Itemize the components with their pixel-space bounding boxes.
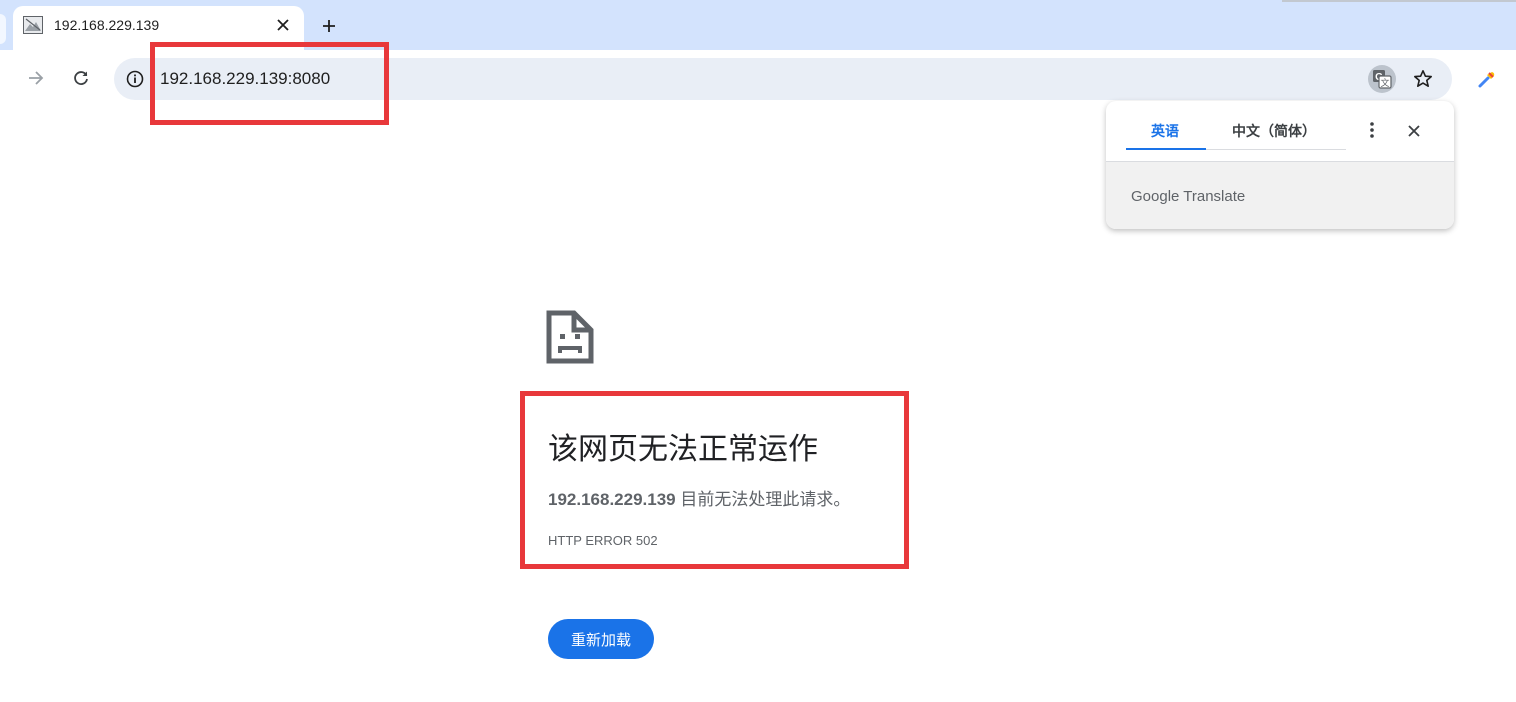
more-vert-icon[interactable]	[1362, 119, 1382, 141]
bookmark-star-icon[interactable]	[1410, 66, 1436, 92]
error-highlight-box	[520, 391, 909, 569]
sad-document-icon	[546, 310, 594, 364]
forward-arrow-icon[interactable]	[22, 64, 50, 92]
language-tabs: 英语 中文（简体）	[1126, 101, 1346, 150]
svg-text:文: 文	[1380, 77, 1389, 89]
reload-icon[interactable]	[67, 64, 95, 92]
new-tab-plus-icon[interactable]	[316, 13, 342, 39]
tab-target-language[interactable]: 中文（简体）	[1232, 121, 1316, 141]
active-tab-indicator	[1126, 148, 1206, 150]
url-highlight-box	[150, 42, 389, 125]
tab-title: 192.168.229.139	[54, 17, 160, 33]
previous-tab-edge	[0, 14, 6, 44]
translate-popup: 英语 中文（简体） Google Translate	[1106, 101, 1454, 229]
google-translate-brand: Google Translate	[1131, 188, 1246, 205]
broken-image-icon	[23, 16, 43, 34]
eyedropper-icon[interactable]	[1474, 66, 1500, 92]
translate-footer: Google Translate	[1106, 161, 1454, 229]
popup-close-icon[interactable]	[1402, 119, 1426, 143]
translate-icon[interactable]: G 文	[1368, 65, 1396, 93]
window-edge	[1282, 0, 1516, 2]
reload-button[interactable]: 重新加载	[548, 619, 654, 659]
tab-close-icon[interactable]	[271, 13, 295, 37]
site-info-icon[interactable]	[124, 68, 146, 90]
tab-source-language[interactable]: 英语	[1151, 121, 1179, 141]
